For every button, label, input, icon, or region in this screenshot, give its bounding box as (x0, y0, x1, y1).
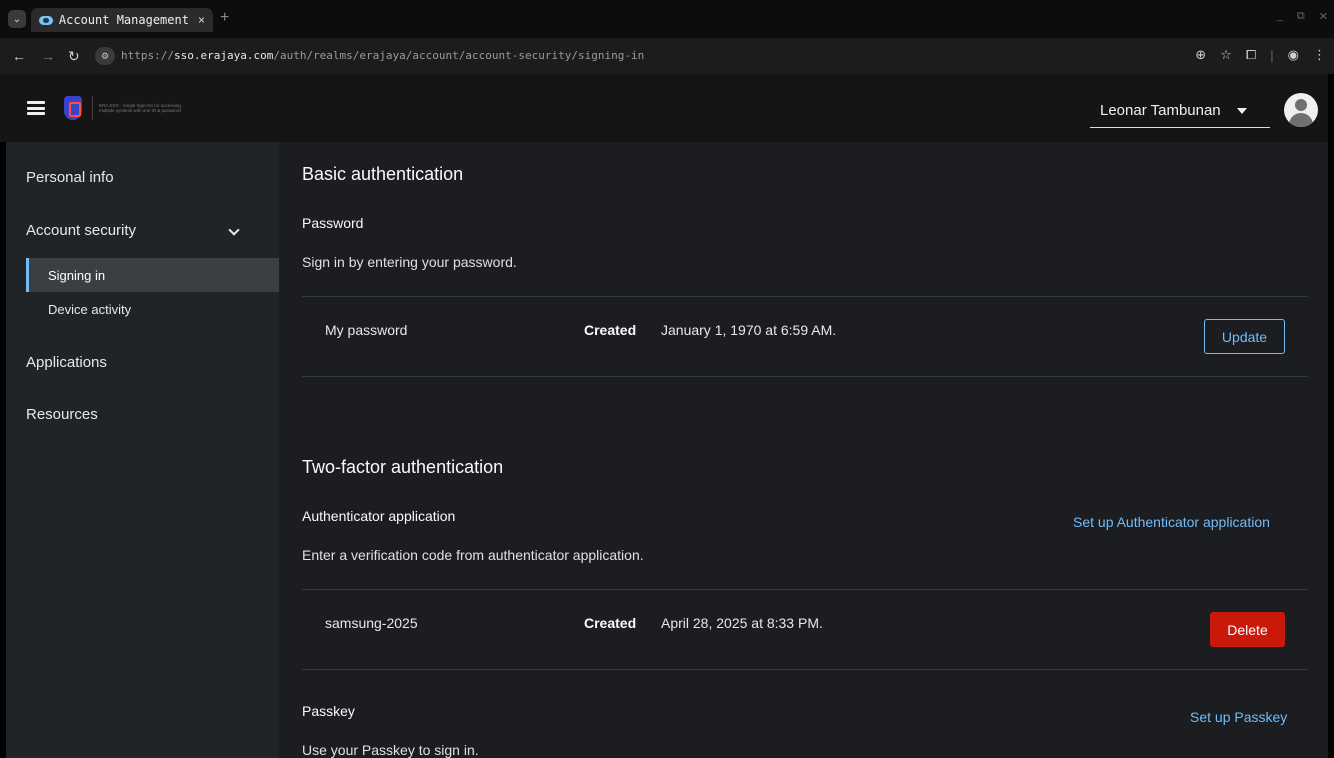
sidebar-item-signing-in[interactable]: Signing in (26, 258, 279, 292)
authenticator-created-date: April 28, 2025 at 8:33 PM. (661, 615, 823, 631)
avatar[interactable] (1284, 93, 1318, 127)
shield-logo-icon (64, 96, 82, 120)
password-title: Password (302, 215, 364, 231)
divider (302, 589, 1308, 590)
window-controls: _ ⧉ ✕ (1277, 10, 1328, 23)
user-name: Leonar Tambunan (1100, 102, 1221, 119)
two-factor-title: Two-factor authentication (302, 457, 504, 477)
user-menu-toggle[interactable]: Leonar Tambunan (1090, 94, 1270, 128)
setup-passkey-link[interactable]: Set up Passkey (1190, 709, 1287, 725)
bookmark-star-icon[interactable]: ☆ (1220, 47, 1232, 63)
tab-close-icon[interactable]: × (198, 13, 205, 27)
main-content (279, 142, 1328, 758)
sidebar-item-resources[interactable]: Resources (26, 406, 98, 423)
url-field[interactable]: https://sso.erajaya.com/auth/realms/eraj… (121, 49, 644, 62)
password-description: Sign in by entering your password. (302, 254, 517, 270)
browser-tab[interactable]: Account Management × (31, 8, 213, 32)
reload-icon[interactable]: ↻ (68, 48, 80, 64)
url-host: sso.erajaya.com (173, 49, 274, 62)
address-bar-icons: ⊕ ☆ ⧠ | ◉ ⋮ (1195, 47, 1326, 63)
sidebar-item-account-security[interactable]: Account security (26, 222, 136, 239)
back-icon[interactable]: ← (12, 48, 26, 64)
toolbar-divider: | (1270, 47, 1274, 63)
window-edge (1328, 74, 1334, 758)
avatar-body (1289, 113, 1313, 127)
authenticator-credential-name: samsung-2025 (325, 615, 418, 631)
avatar-head (1295, 99, 1307, 111)
more-menu-icon[interactable]: ⋮ (1313, 47, 1326, 63)
password-credential-name: My password (325, 322, 408, 338)
password-created-date: January 1, 1970 at 6:59 AM. (661, 322, 837, 338)
site-info-icon[interactable]: ⚙ (95, 47, 115, 65)
extensions-icon[interactable]: ⧠ (1246, 47, 1256, 63)
profile-icon[interactable]: ◉ (1288, 47, 1299, 63)
zoom-icon[interactable]: ⊕ (1195, 47, 1206, 63)
authenticator-title: Authenticator application (302, 508, 456, 524)
sidebar-item-personal-info[interactable]: Personal info (26, 169, 114, 186)
divider (302, 296, 1308, 297)
setup-authenticator-link[interactable]: Set up Authenticator application (1073, 514, 1270, 530)
caret-down-icon (1236, 107, 1247, 114)
sidebar-item-label: Signing in (48, 267, 106, 283)
delete-authenticator-button[interactable]: Delete (1210, 612, 1285, 647)
update-password-button[interactable]: Update (1204, 319, 1285, 354)
tab-title: Account Management (58, 13, 189, 27)
passkey-description: Use your Passkey to sign in. (302, 742, 479, 758)
address-bar-row: ← → ↻ ⚙ https://sso.erajaya.com/auth/rea… (0, 38, 1334, 74)
browser-tab-bar: ⌄ Account Management × + _ ⧉ ✕ (0, 0, 1334, 38)
url-path: /auth/realms/erajaya/account/account-sec… (273, 49, 645, 62)
keycloak-favicon-icon (39, 15, 53, 25)
divider (302, 376, 1308, 377)
tab-search-chevron-icon[interactable]: ⌄ (8, 10, 26, 28)
authenticator-created-label: Created (584, 615, 637, 631)
brand-text: ERA SSO - Single Sign-On for accessing m… (99, 102, 181, 114)
sidebar-item-device-activity[interactable]: Device activity (48, 302, 131, 317)
brand-divider (92, 96, 93, 120)
brand-logo: ERA SSO - Single Sign-On for accessing m… (64, 92, 198, 124)
url-scheme: https:// (121, 49, 174, 62)
forward-icon[interactable]: → (41, 48, 55, 64)
divider (302, 669, 1308, 670)
authenticator-description: Enter a verification code from authentic… (302, 547, 644, 563)
new-tab-icon[interactable]: + (220, 9, 229, 27)
password-created-label: Created (584, 322, 637, 338)
sidebar-item-applications[interactable]: Applications (26, 354, 107, 371)
passkey-title: Passkey (302, 703, 355, 719)
close-window-icon[interactable]: ✕ (1319, 10, 1328, 23)
hamburger-menu-icon[interactable] (27, 101, 45, 115)
basic-auth-title: Basic authentication (302, 164, 464, 184)
restore-icon[interactable]: ⧉ (1297, 10, 1305, 23)
minimize-icon[interactable]: _ (1277, 10, 1283, 23)
